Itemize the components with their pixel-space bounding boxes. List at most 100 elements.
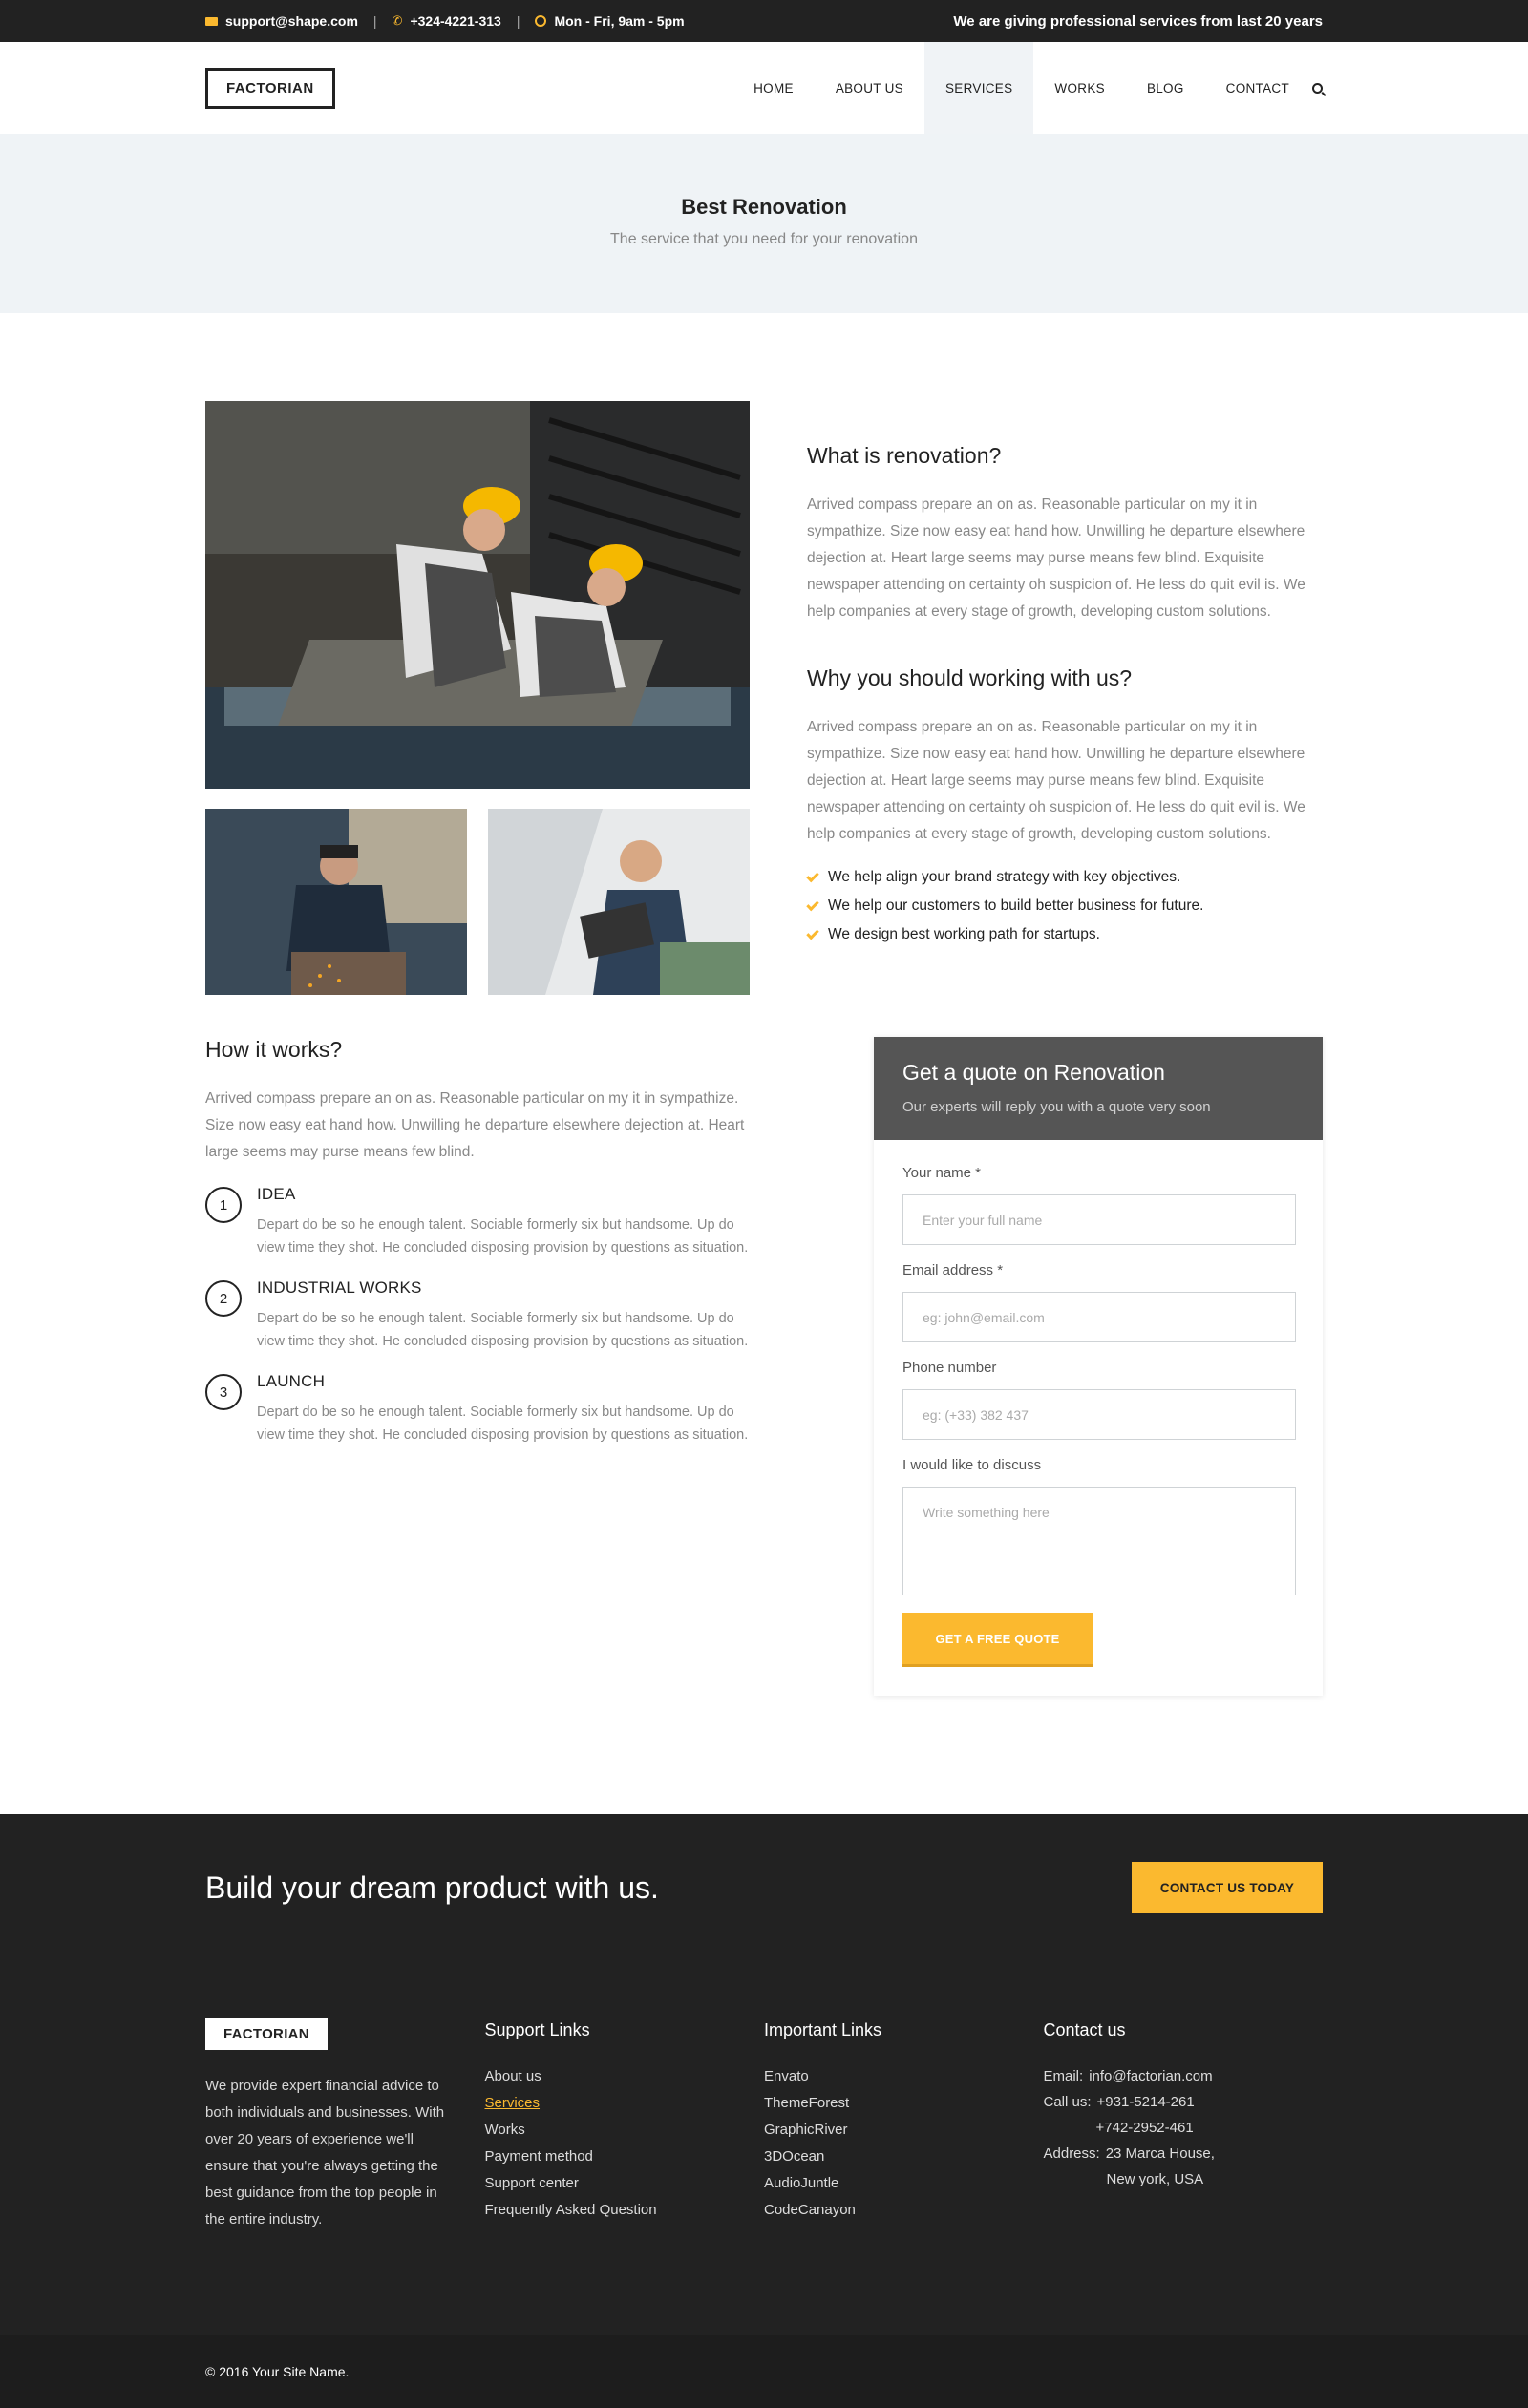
email-label: Email address * — [902, 1262, 1004, 1278]
topbar-hours-text: Mon - Fri, 9am - 5pm — [554, 13, 685, 29]
engineer-photo — [488, 809, 750, 995]
how-text: Arrived compass prepare an on as. Reason… — [205, 1090, 745, 1160]
contact-address-1: 23 Marca House, — [1105, 2145, 1215, 2162]
step-idea: 1 IDEA Depart do be so he enough talent.… — [205, 1185, 750, 1259]
footer-link-themeforest[interactable]: ThemeForest — [764, 2090, 1044, 2117]
nav-works[interactable]: WORKS — [1033, 42, 1126, 134]
nav-blog[interactable]: BLOG — [1126, 42, 1205, 134]
name-input[interactable]: Enter your full name — [902, 1194, 1296, 1245]
renovation-heading: What is renovation? — [807, 443, 1002, 468]
footer-link-works[interactable]: Works — [485, 2117, 765, 2144]
topbar-phone[interactable]: ✆ +324-4221-313 — [393, 13, 501, 29]
nav-home[interactable]: HOME — [732, 42, 815, 134]
topbar-email[interactable]: support@shape.com — [205, 13, 358, 29]
contact-phone-1[interactable]: +931-5214-261 — [1097, 2089, 1195, 2115]
phone-icon: ✆ — [392, 13, 403, 28]
divider: | — [372, 13, 377, 29]
intro-text: What is renovation? Arrived compass prep… — [806, 401, 1323, 995]
important-links-title: Important Links — [764, 2020, 882, 2039]
renovation-text: Arrived compass prepare an on as. Reason… — [807, 496, 1305, 620]
footer-link-support-center[interactable]: Support center — [485, 2170, 765, 2197]
footer-important-links: Important Links Envato ThemeForest Graph… — [764, 2018, 1044, 2233]
footer-columns: FACTORIAN We provide expert financial ad… — [0, 1967, 1528, 2335]
how-heading: How it works? — [205, 1037, 343, 1062]
get-quote-button[interactable]: GET A FREE QUOTE — [902, 1613, 1093, 1667]
nav-about-us[interactable]: ABOUT US — [815, 42, 924, 134]
top-bar: support@shape.com | ✆ +324-4221-313 | Mo… — [0, 0, 1528, 42]
footer-link-about-us[interactable]: About us — [485, 2063, 765, 2090]
check-icon — [806, 869, 819, 882]
contact-title: Contact us — [1043, 2020, 1126, 2039]
topbar-tagline: We are giving professional services from… — [953, 12, 1323, 30]
how-it-works: How it works? Arrived compass prepare an… — [205, 1037, 750, 1696]
intro-section: What is renovation? Arrived compass prep… — [0, 313, 1528, 995]
footer-contact: Contact us Email: info@factorian.com Call… — [1044, 2018, 1324, 2233]
cta-heading: Build your dream product with us. — [205, 1869, 659, 1905]
step-launch: 3 LAUNCH Depart do be so he enough talen… — [205, 1372, 750, 1447]
contact-us-button[interactable]: CONTACT US TODAY — [1132, 1862, 1323, 1913]
logo[interactable]: FACTORIAN — [205, 67, 335, 109]
message-label: I would like to discuss — [902, 1457, 1042, 1473]
footer-link-3docean[interactable]: 3DOcean — [764, 2144, 1044, 2170]
check-icon — [806, 926, 819, 940]
cta-banner: Build your dream product with us. CONTAC… — [0, 1814, 1528, 1967]
contact-email[interactable]: info@factorian.com — [1089, 2063, 1212, 2089]
contact-address-2: New york, USA — [1106, 2171, 1204, 2187]
why-heading: Why you should working with us? — [807, 665, 1133, 690]
topbar-hours: Mon - Fri, 9am - 5pm — [535, 13, 685, 29]
copyright: © 2016 Your Site Name. — [205, 2364, 350, 2379]
list-item: We help our customers to build better bu… — [806, 898, 1323, 915]
workers-photo — [205, 401, 750, 789]
step-number: 3 — [205, 1374, 242, 1410]
benefits-list: We help align your brand strategy with k… — [806, 869, 1323, 943]
footer-about: FACTORIAN We provide expert financial ad… — [205, 2018, 485, 2233]
step-number: 1 — [205, 1187, 242, 1223]
contact-call-label: Call us: — [1043, 2094, 1092, 2110]
footer-bottom-bar: © 2016 Your Site Name. — [0, 2335, 1528, 2408]
email-input[interactable]: eg: john@email.com — [902, 1292, 1296, 1342]
contact-email-label: Email: — [1043, 2068, 1084, 2084]
nav-services[interactable]: SERVICES — [923, 42, 1034, 134]
step-industrial-works: 2 INDUSTRIAL WORKS Depart do be so he en… — [205, 1278, 750, 1353]
phone-label: Phone number — [902, 1360, 997, 1376]
list-item-text: We help our customers to build better bu… — [828, 898, 1204, 914]
footer: Build your dream product with us. CONTAC… — [0, 1814, 1528, 2408]
step-number: 2 — [205, 1280, 242, 1317]
page-subtitle: The service that you need for your renov… — [610, 231, 918, 247]
footer-link-services[interactable]: Services — [485, 2090, 765, 2117]
image-gallery — [205, 401, 750, 995]
divider: | — [516, 13, 520, 29]
footer-link-graphicriver[interactable]: GraphicRiver — [764, 2117, 1044, 2144]
footer-link-faq[interactable]: Frequently Asked Question — [485, 2197, 765, 2224]
topbar-email-text: support@shape.com — [225, 13, 358, 29]
nav-contact[interactable]: CONTACT — [1205, 42, 1310, 134]
search-button[interactable] — [1310, 42, 1323, 134]
welder-illustration — [205, 809, 467, 995]
message-textarea[interactable]: Write something here — [902, 1487, 1296, 1595]
clock-icon — [535, 15, 547, 27]
footer-link-envato[interactable]: Envato — [764, 2063, 1044, 2090]
page-title: Best Renovation — [681, 195, 847, 219]
name-label: Your name * — [902, 1165, 982, 1181]
footer-logo[interactable]: FACTORIAN — [205, 2018, 328, 2050]
mail-icon — [205, 16, 218, 26]
footer-link-payment-method[interactable]: Payment method — [485, 2144, 765, 2170]
workers-illustration — [205, 401, 750, 789]
list-item: We help align your brand strategy with k… — [806, 869, 1323, 886]
footer-link-audiojuntle[interactable]: AudioJuntle — [764, 2170, 1044, 2197]
footer-about-text: We provide expert financial advice to bo… — [205, 2078, 445, 2228]
engineer-illustration — [488, 809, 750, 995]
how-it-works-section: How it works? Arrived compass prepare an… — [0, 995, 1528, 1696]
welder-photo — [205, 809, 467, 995]
phone-input[interactable]: eg: (+33) 382 437 — [902, 1389, 1296, 1440]
footer-link-codecanayon[interactable]: CodeCanayon — [764, 2197, 1044, 2224]
step-text: Depart do be so he enough talent. Sociab… — [257, 1217, 749, 1256]
page: support@shape.com | ✆ +324-4221-313 | Mo… — [0, 0, 1528, 2408]
list-item: We design best working path for startups… — [806, 926, 1323, 943]
contact-phone-2[interactable]: +742-2952-461 — [1096, 2115, 1194, 2141]
check-icon — [806, 898, 819, 911]
footer-support-links: Support Links About us Services Works Pa… — [485, 2018, 765, 2233]
header: FACTORIAN HOME ABOUT US SERVICES WORKS B… — [0, 42, 1528, 134]
quote-form-header: Get a quote on Renovation Our experts wi… — [874, 1037, 1323, 1140]
main-nav: HOME ABOUT US SERVICES WORKS BLOG CONTAC… — [732, 42, 1323, 134]
